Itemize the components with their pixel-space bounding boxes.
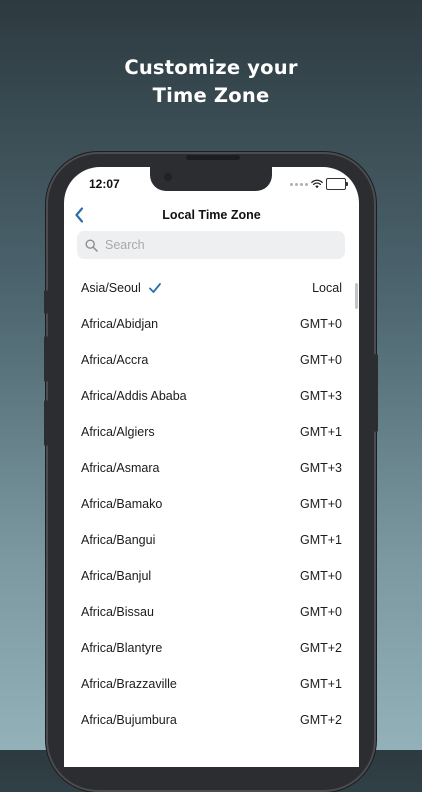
scrollbar[interactable]	[355, 283, 358, 309]
checkmark-icon	[149, 283, 161, 293]
search-input[interactable]	[103, 237, 337, 253]
status-indicators	[290, 178, 348, 190]
timezone-offset: Local	[312, 281, 342, 295]
timezone-name: Africa/Abidjan	[81, 317, 159, 331]
timezone-offset: GMT+3	[299, 389, 342, 403]
phone-volume-down	[44, 400, 48, 446]
page-title: Local Time Zone	[162, 208, 261, 222]
timezone-row[interactable]: Africa/Addis Ababa GMT+3	[64, 378, 359, 414]
timezone-name: Africa/Bangui	[81, 533, 156, 547]
timezone-row[interactable]: Africa/Asmara GMT+3	[64, 450, 359, 486]
navigation-bar: Local Time Zone	[64, 203, 359, 227]
timezone-row[interactable]: Africa/Bangui GMT+1	[64, 522, 359, 558]
phone-side-button	[44, 290, 48, 314]
timezone-row[interactable]: Africa/Accra GMT+0	[64, 342, 359, 378]
timezone-offset: GMT+0	[299, 317, 342, 331]
search-icon	[85, 238, 98, 252]
timezone-row[interactable]: Africa/Blantyre GMT+2	[64, 630, 359, 666]
timezone-offset: GMT+2	[299, 713, 342, 727]
timezone-offset: GMT+0	[299, 569, 342, 583]
timezone-name: Africa/Blantyre	[81, 641, 163, 655]
timezone-name: Africa/Algiers	[81, 425, 155, 439]
timezone-name: Africa/Banjul	[81, 569, 152, 583]
timezone-name: Africa/Addis Ababa	[81, 389, 187, 403]
timezone-row[interactable]: Africa/Algiers GMT+1	[64, 414, 359, 450]
timezone-row[interactable]: Africa/Bujumbura GMT+2	[64, 702, 359, 738]
timezone-offset: GMT+1	[299, 677, 342, 691]
timezone-name: Asia/Seoul	[81, 281, 141, 295]
headline-line-1: Customize your	[124, 56, 298, 79]
timezone-offset: GMT+0	[299, 353, 342, 367]
phone-speaker	[186, 155, 240, 160]
phone-volume-up	[44, 336, 48, 382]
timezone-offset: GMT+1	[299, 533, 342, 547]
battery-icon	[326, 178, 348, 190]
timezone-name: Africa/Bamako	[81, 497, 163, 511]
timezone-row[interactable]: Africa/Bamako GMT+0	[64, 486, 359, 522]
headline: Customize your Time Zone	[0, 54, 422, 110]
phone-power-button	[374, 354, 378, 432]
wifi-icon	[311, 179, 323, 189]
timezone-row[interactable]: Africa/Banjul GMT+0	[64, 558, 359, 594]
timezone-name: Africa/Accra	[81, 353, 149, 367]
timezone-name: Africa/Bissau	[81, 605, 154, 619]
timezone-offset: GMT+0	[299, 497, 342, 511]
timezone-row[interactable]: Africa/Abidjan GMT+0	[64, 306, 359, 342]
timezone-row[interactable]: Asia/Seoul Local	[64, 270, 359, 306]
timezone-offset: GMT+3	[299, 461, 342, 475]
timezone-row[interactable]: Africa/Brazzaville GMT+1	[64, 666, 359, 702]
cellular-signal-icon	[290, 182, 308, 186]
timezone-name: Africa/Asmara	[81, 461, 160, 475]
search-bar[interactable]	[77, 231, 345, 259]
status-time: 12:07	[89, 177, 120, 191]
timezone-row[interactable]: Africa/Bissau GMT+0	[64, 594, 359, 630]
timezone-list: Asia/Seoul Local Africa/Abidjan GMT+0 Africa…	[64, 270, 359, 738]
timezone-offset: GMT+0	[299, 605, 342, 619]
headline-line-2: Time Zone	[152, 84, 270, 107]
front-camera	[164, 173, 172, 181]
timezone-offset: GMT+2	[299, 641, 342, 655]
timezone-name: Africa/Bujumbura	[81, 713, 177, 727]
timezone-offset: GMT+1	[299, 425, 342, 439]
timezone-name: Africa/Brazzaville	[81, 677, 177, 691]
